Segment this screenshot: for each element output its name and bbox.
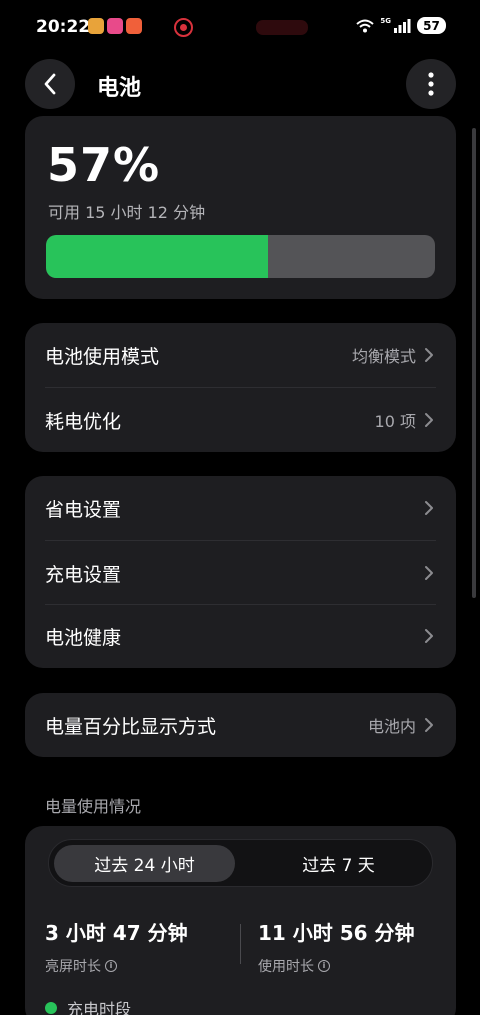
charging-legend-label: 充电时段 [67,1000,132,1015]
battery-remaining-time: 可用 15 小时 12 分钟 [48,203,206,222]
charging-period-legend: 充电时段 [45,996,131,1015]
screen-record-icon [174,18,193,37]
usage-time-value: 11 小时 56 分钟 [258,921,415,945]
percentage-display-row[interactable]: 电量百分比显示方式 电池内 [25,693,456,757]
info-icon[interactable]: i [105,960,117,972]
screen-on-label-wrap: 亮屏时长 i [45,956,188,976]
battery-level-fill [46,235,268,278]
chevron-right-icon [424,628,436,644]
usage-time-label: 使用时长 [258,959,314,975]
battery-health-row[interactable]: 电池健康 [25,604,456,668]
page-title: 电池 [97,76,142,101]
chevron-left-icon [44,73,56,95]
charging-settings-row[interactable]: 充电设置 [25,541,456,605]
row-value: 电池内 [367,717,416,736]
chevron-right-icon [424,500,436,516]
back-button[interactable] [25,59,75,109]
chevron-right-icon [424,412,436,428]
power-saving-settings-row[interactable]: 省电设置 [25,476,456,540]
row-label: 耗电优化 [45,410,122,433]
notification-app-icons [88,18,142,34]
usage-time-label-wrap: 使用时长 i [258,956,415,976]
battery-level-bar [46,235,435,278]
more-vertical-icon [428,72,434,96]
time-range-segmented-control: 过去 24 小时 过去 7 天 [48,839,433,887]
row-value: 均衡模式 [351,347,416,366]
app-notification-icon [88,18,104,34]
chevron-right-icon [424,717,436,733]
row-value: 10 项 [374,412,416,431]
status-time: 20:22 [36,17,91,37]
wifi-icon [356,19,375,32]
row-label: 充电设置 [45,563,122,586]
system-status-icons: 5G 57 [356,17,446,34]
charging-legend-dot [45,1002,57,1014]
battery-summary-card: 57% 可用 15 小时 12 分钟 [25,116,456,299]
battery-mode-group: 电池使用模式 均衡模式 耗电优化 10 项 [25,323,456,452]
battery-settings-group: 省电设置 充电设置 电池健康 [25,476,456,668]
screen-on-stat: 3 小时 47 分钟 亮屏时长 i [45,917,188,976]
chevron-right-icon [424,347,436,363]
battery-status-badge: 57 [417,17,446,34]
usage-time-stat: 11 小时 56 分钟 使用时长 i [258,917,415,976]
signal-icon [394,18,411,33]
row-label: 电池健康 [45,626,122,649]
stat-divider [240,924,241,964]
power-optimization-row[interactable]: 耗电优化 10 项 [25,388,456,452]
app-notification-icon [107,18,123,34]
app-notification-icon [126,18,142,34]
chevron-right-icon [424,565,436,581]
usage-card: 过去 24 小时 过去 7 天 3 小时 47 分钟 亮屏时长 i 11 小时 … [25,826,456,1015]
row-label: 电池使用模式 [45,345,160,368]
scrollbar[interactable] [472,128,476,598]
screen-on-label: 亮屏时长 [45,959,101,975]
row-label: 电量百分比显示方式 [45,715,217,738]
percentage-display-group: 电量百分比显示方式 电池内 [25,693,456,757]
row-label: 省电设置 [45,498,122,521]
usage-section-title: 电量使用情况 [45,797,142,816]
more-options-button[interactable] [406,59,456,109]
screen-on-value: 3 小时 47 分钟 [45,921,188,945]
tab-past-24-hours[interactable]: 过去 24 小时 [54,845,235,882]
info-icon[interactable]: i [318,960,330,972]
network-type-label: 5G [380,16,391,25]
battery-percentage: 57% [47,138,161,192]
battery-usage-mode-row[interactable]: 电池使用模式 均衡模式 [25,323,456,387]
blurred-status-icon [256,20,308,35]
tab-past-7-days[interactable]: 过去 7 天 [248,845,429,882]
status-bar: 20:22 5G 57 [0,0,480,56]
